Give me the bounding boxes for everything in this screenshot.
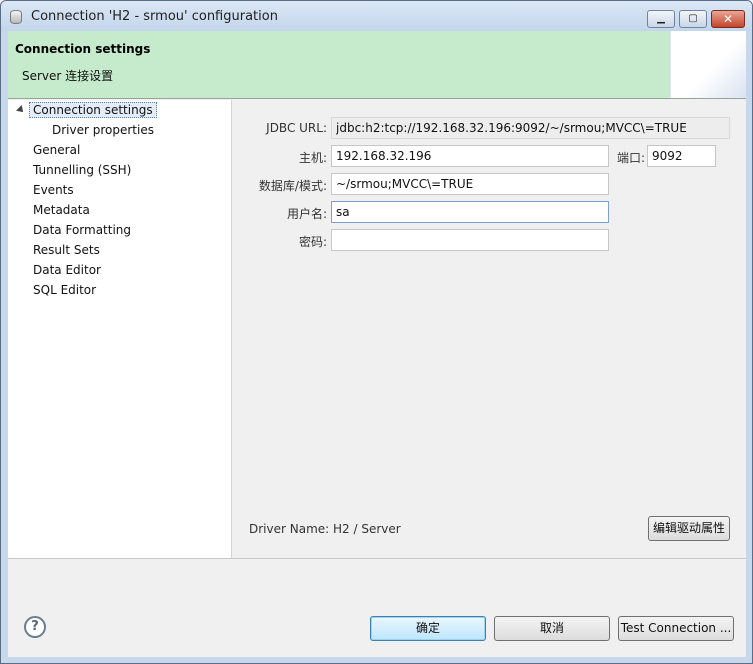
username-field[interactable] [331,201,609,223]
help-icon[interactable]: ? [24,616,46,638]
password-label: 密码: [298,235,327,249]
tree-item-data-editor[interactable]: Data Editor [33,263,101,277]
tree-item-tunnelling-ssh[interactable]: Tunnelling (SSH) [33,163,131,177]
jdbc-url-label: JDBC URL: [266,121,327,135]
maximize-button[interactable]: ▢ [679,10,707,28]
footer-divider [8,558,746,559]
edit-driver-button[interactable]: 编辑驱动属性 [648,516,730,541]
database-label: 数据库/模式: [258,179,327,193]
close-button[interactable]: ✕ [711,10,745,28]
ok-button[interactable]: 确定 [370,616,486,641]
port-label: 端口: [616,151,645,165]
dialog-client: Connection settings Server 连接设置 Connecti… [8,31,746,657]
database-field[interactable] [331,173,609,195]
cancel-button[interactable]: 取消 [494,616,610,641]
password-field[interactable] [331,229,609,251]
username-label: 用户名: [286,207,327,221]
title-bar[interactable]: Connection 'H2 - srmou' configuration ▁ … [1,1,752,31]
port-field[interactable] [647,145,716,167]
driver-name-label: Driver Name: [249,522,330,536]
tree-item-result-sets[interactable]: Result Sets [33,243,100,257]
tree-item-general[interactable]: General [33,143,80,157]
tree-expand-icon[interactable] [16,105,26,115]
tree-item-events[interactable]: Events [33,183,74,197]
banner-image [670,31,746,98]
window-title: Connection 'H2 - srmou' configuration [31,9,278,24]
jdbc-url-field[interactable] [331,117,730,139]
host-label: 主机: [298,151,327,165]
test-connection-button[interactable]: Test Connection ... [618,616,734,641]
page-title: Connection settings [15,42,151,56]
page-subtitle: Server 连接设置 [22,69,114,83]
tree-item-metadata[interactable]: Metadata [33,203,90,217]
dialog-window: Connection 'H2 - srmou' configuration ▁ … [0,0,753,664]
minimize-button[interactable]: ▁ [647,10,675,28]
settings-tree: Connection settings Driver properties Ge… [8,100,232,558]
tree-item-connection-settings[interactable]: Connection settings [29,102,157,118]
connection-settings-panel: JDBC URL: 主机: 端口: 数据库/模式: 用户名: 密码: Drive… [233,100,746,558]
tree-item-data-formatting[interactable]: Data Formatting [33,223,131,237]
driver-name-value: H2 / Server [333,522,401,536]
tree-item-sql-editor[interactable]: SQL Editor [33,283,96,297]
tree-item-driver-properties[interactable]: Driver properties [52,123,154,137]
page-header: Connection settings Server 连接设置 [8,31,746,99]
host-field[interactable] [331,145,609,167]
database-icon [10,10,22,24]
